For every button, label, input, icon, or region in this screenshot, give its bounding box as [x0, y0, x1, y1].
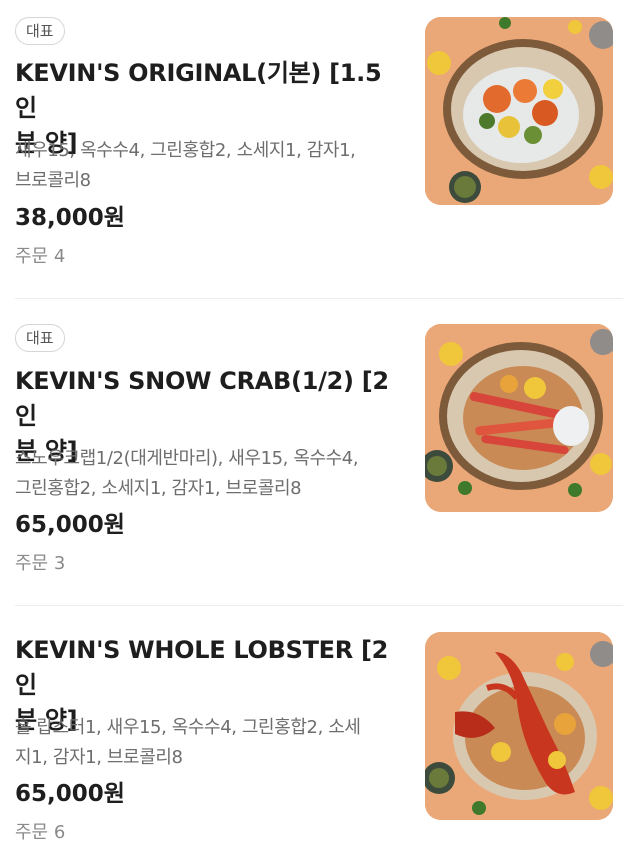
desc-line-2: 그린홍합2, 소세지1, 감자1, 브로콜리8: [15, 478, 302, 499]
desc-line-2: 지1, 감자1, 브로콜리8: [15, 747, 183, 768]
menu-item-image[interactable]: [425, 324, 613, 512]
signature-badge: 대표: [15, 17, 65, 45]
order-count: 주문 3: [15, 553, 66, 574]
order-count: 주문 4: [15, 246, 66, 267]
seafood-boil-image: [425, 17, 613, 205]
menu-item-original[interactable]: 대표 KEVIN'S ORIGINAL(기본) [1.5인 분 양] 새우15,…: [0, 0, 637, 298]
menu-item-image[interactable]: [425, 632, 613, 820]
menu-item-whole-lobster[interactable]: KEVIN'S WHOLE LOBSTER [2인 분 양] 홀 랍스터1, 새…: [0, 612, 637, 855]
menu-item-text: 대표 KEVIN'S SNOW CRAB(1/2) [2인 분 양] 스노우크랩…: [15, 306, 400, 596]
desc-line-1: 홀 랍스터1, 새우15, 옥수수4, 그린홍합2, 소세: [15, 717, 361, 738]
lobster-image: [425, 632, 613, 820]
menu-item-description: 스노우크랩1/2(대게반마리), 새우15, 옥수수4, 그린홍합2, 소세지1…: [15, 444, 400, 504]
menu-item-description: 홀 랍스터1, 새우15, 옥수수4, 그린홍합2, 소세 지1, 감자1, 브…: [15, 713, 400, 773]
menu-item-text: 대표 KEVIN'S ORIGINAL(기본) [1.5인 분 양] 새우15,…: [15, 0, 400, 290]
menu-item-image[interactable]: [425, 17, 613, 205]
title-line-1: KEVIN'S SNOW CRAB(1/2) [2인: [15, 367, 389, 430]
divider: [15, 605, 623, 606]
menu-item-description: 새우15, 옥수수4, 그린홍합2, 소세지1, 감자1, 브로콜리8: [15, 136, 400, 196]
menu-item-text: KEVIN'S WHOLE LOBSTER [2인 분 양] 홀 랍스터1, 새…: [15, 612, 400, 855]
divider: [15, 298, 623, 299]
signature-badge: 대표: [15, 324, 65, 352]
title-line-1: KEVIN'S ORIGINAL(기본) [1.5인: [15, 59, 382, 122]
desc-line-1: 새우15, 옥수수4, 그린홍합2, 소세지1, 감자1,: [15, 140, 356, 161]
menu-item-price: 65,000원: [15, 512, 125, 538]
menu-item-price: 38,000원: [15, 205, 125, 231]
menu-item-price: 65,000원: [15, 781, 125, 807]
desc-line-1: 스노우크랩1/2(대게반마리), 새우15, 옥수수4,: [15, 448, 359, 469]
order-count: 주문 6: [15, 822, 66, 843]
snow-crab-image: [425, 324, 613, 512]
menu-item-snow-crab[interactable]: 대표 KEVIN'S SNOW CRAB(1/2) [2인 분 양] 스노우크랩…: [0, 306, 637, 604]
menu-list: 대표 KEVIN'S ORIGINAL(기본) [1.5인 분 양] 새우15,…: [0, 0, 637, 855]
desc-line-2: 브로콜리8: [15, 170, 91, 191]
title-line-1: KEVIN'S WHOLE LOBSTER [2인: [15, 636, 389, 699]
